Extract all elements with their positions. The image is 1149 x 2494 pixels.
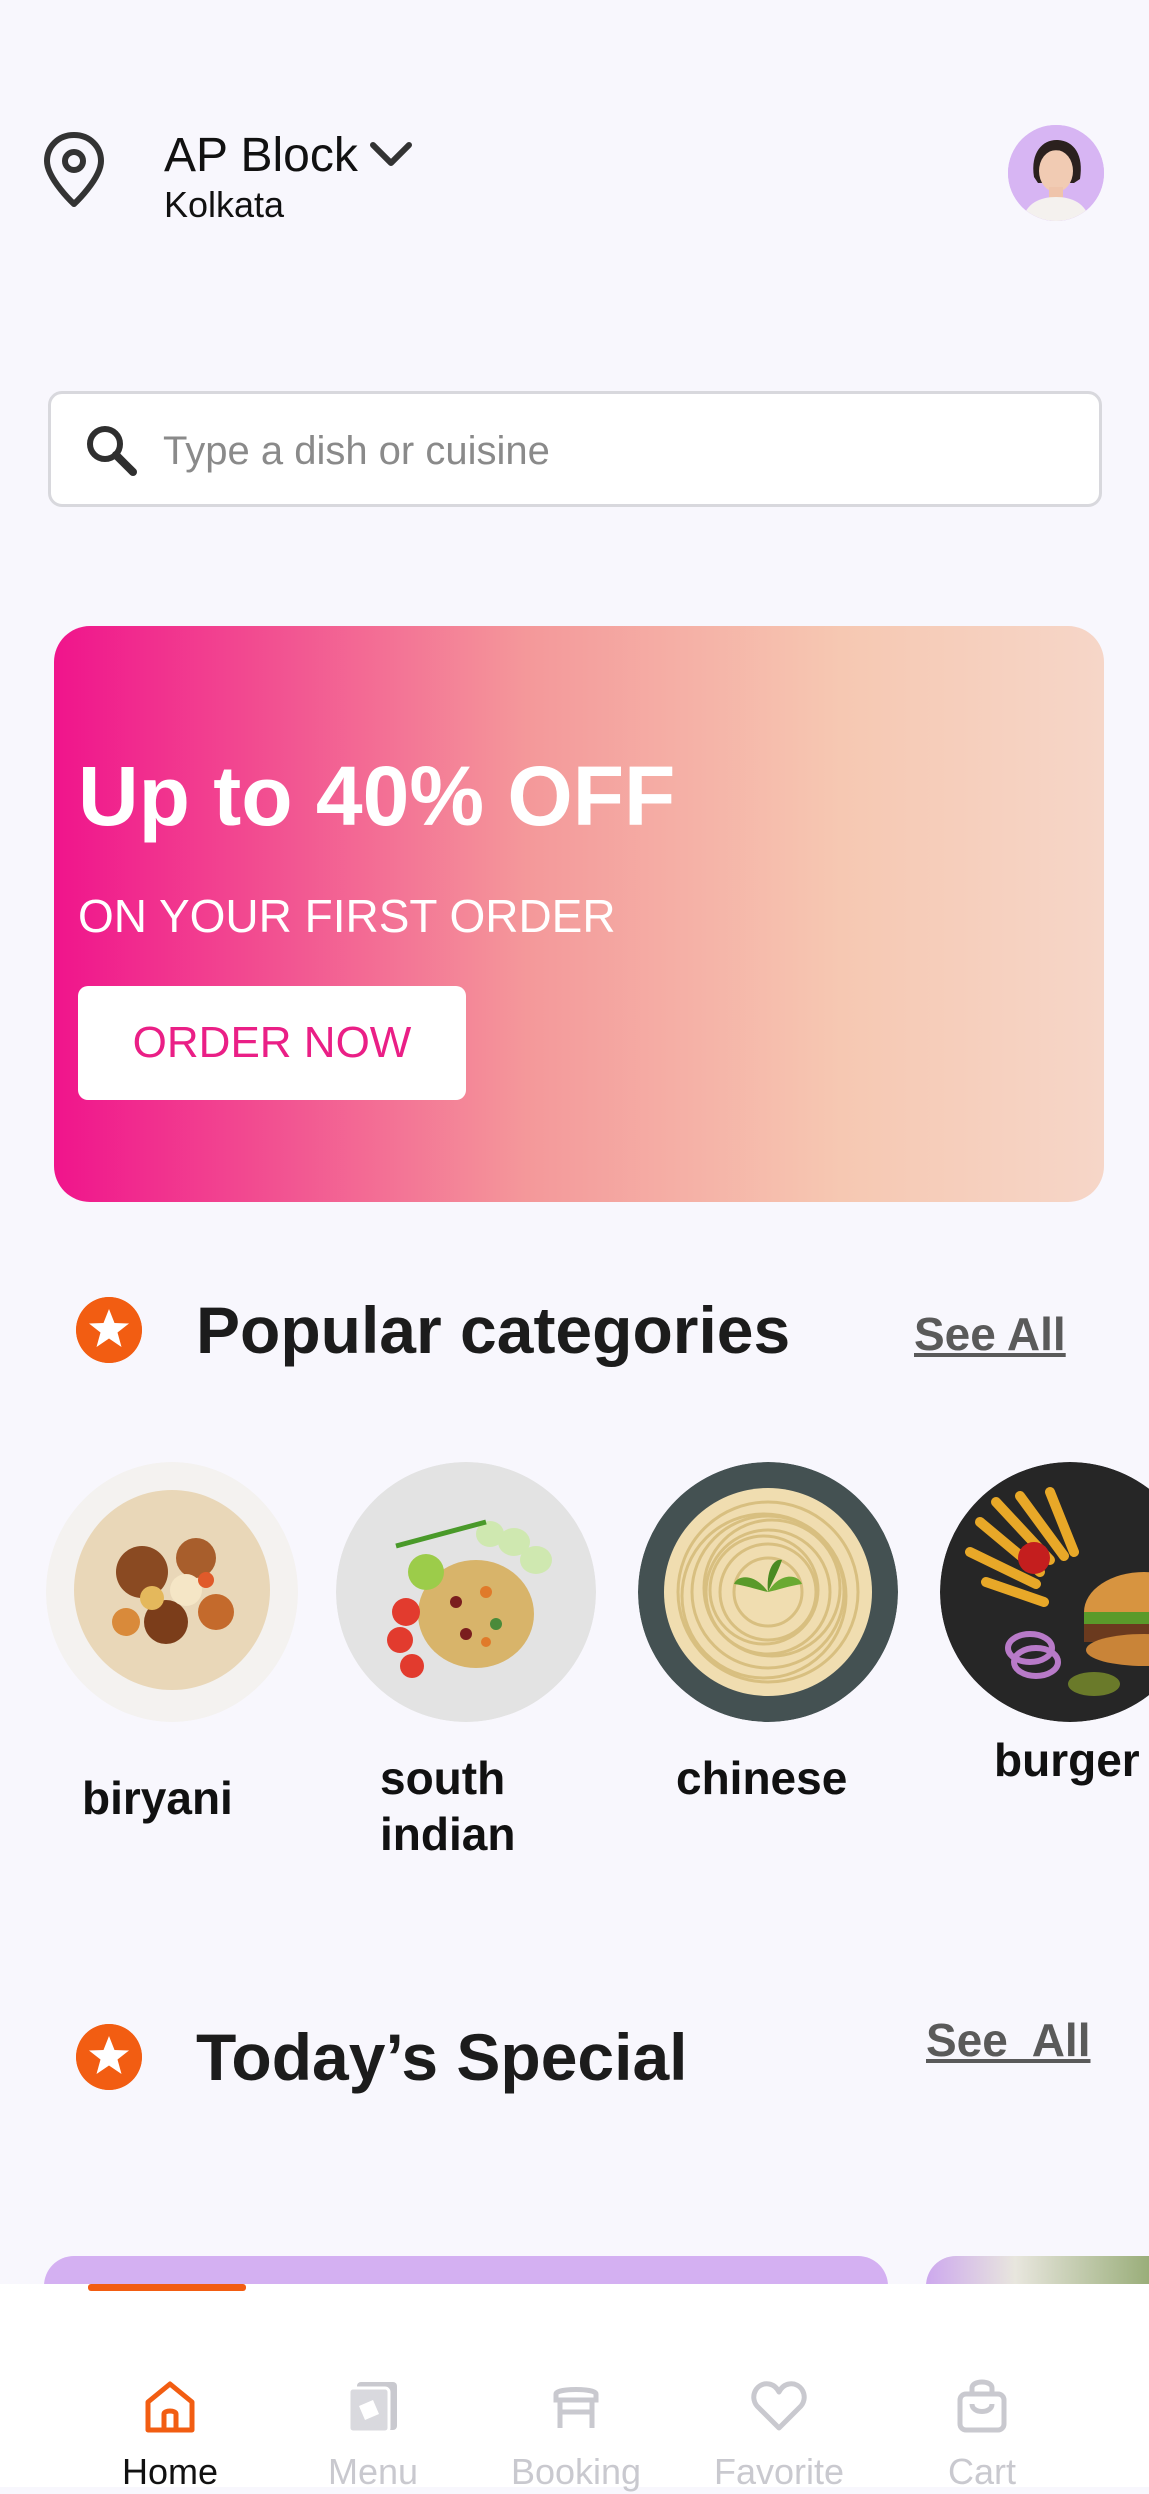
todays-special-see-all-link[interactable]: See All	[926, 2012, 1090, 2068]
category-biryani-label[interactable]: biryani	[82, 1770, 233, 1826]
category-burger-label[interactable]: burger	[994, 1732, 1140, 1788]
category-south-indian-line2: indian	[380, 1808, 516, 1860]
nav-cart-label: Cart	[947, 2451, 1016, 2492]
table-icon	[553, 2387, 599, 2428]
nav-menu[interactable]: Menu	[273, 2376, 473, 2494]
search-bar[interactable]	[48, 391, 1102, 507]
nav-booking-label: Booking	[510, 2451, 642, 2492]
star-badge-icon	[76, 2024, 142, 2090]
banner-subtitle: ON YOUR FIRST ORDER	[78, 890, 616, 942]
search-input[interactable]	[161, 414, 1065, 488]
star-badge-icon	[76, 1297, 142, 1363]
banner-title: Up to 40% OFF	[78, 749, 676, 843]
search-icon	[87, 426, 137, 476]
map-pin-icon[interactable]	[42, 132, 106, 208]
nav-home-label: Home	[121, 2451, 219, 2492]
promo-banner: Up to 40% OFF ON YOUR FIRST ORDER ORDER …	[54, 626, 1104, 1202]
category-biryani-image[interactable]	[46, 1462, 298, 1722]
category-chinese-image[interactable]	[638, 1462, 898, 1722]
shopping-bag-icon	[957, 2379, 1007, 2433]
heart-icon	[751, 2381, 807, 2431]
nav-menu-label: Menu	[327, 2451, 419, 2492]
category-south-indian-label[interactable]: south indian	[380, 1750, 515, 1862]
nav-active-indicator	[88, 2284, 246, 2291]
nav-home[interactable]: Home	[70, 2376, 270, 2494]
nav-cart[interactable]: Cart	[882, 2376, 1082, 2494]
todays-special-title: Today’s Special	[196, 2020, 688, 2094]
category-south-indian-line1: south	[380, 1752, 506, 1804]
popular-see-all-link[interactable]: See All	[914, 1306, 1066, 1362]
nav-booking[interactable]: Booking	[476, 2376, 676, 2494]
nav-favorite-label: Favorite	[713, 2451, 845, 2492]
location-city: Kolkata	[164, 184, 285, 225]
category-south-indian-image[interactable]	[336, 1462, 596, 1722]
category-burger-image[interactable]	[940, 1462, 1149, 1722]
category-chinese-label[interactable]: chinese	[676, 1750, 847, 1806]
popular-categories-title: Popular categories	[196, 1293, 791, 1367]
order-now-button[interactable]: ORDER NOW	[78, 986, 466, 1100]
nav-favorite[interactable]: Favorite	[679, 2376, 879, 2494]
location-title[interactable]: AP Block	[164, 126, 358, 186]
chevron-down-icon[interactable]	[368, 138, 414, 170]
menu-book-icon	[347, 2382, 397, 2434]
home-icon	[145, 2381, 195, 2433]
user-avatar[interactable]	[1008, 125, 1104, 221]
bottom-navigation: Home Menu Booking Favorite Cart	[0, 2284, 1149, 2492]
